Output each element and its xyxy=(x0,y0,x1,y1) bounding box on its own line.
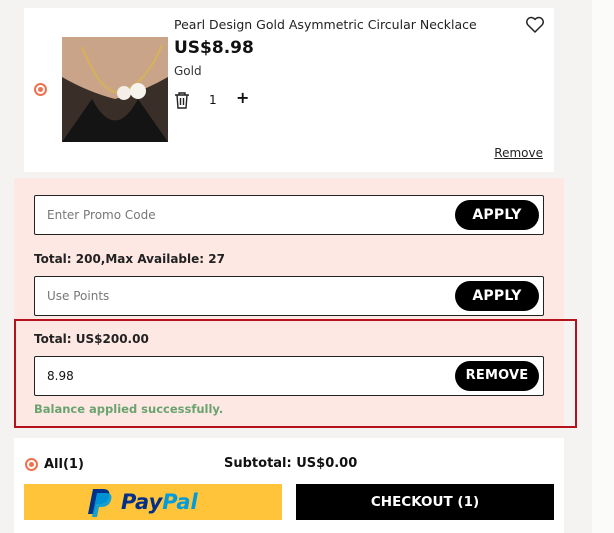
heart-icon[interactable] xyxy=(525,16,545,34)
points-field: APPLY xyxy=(34,276,544,316)
product-price: US$8.98 xyxy=(174,38,254,58)
paypal-pay-text: Pay xyxy=(121,490,164,514)
points-input[interactable] xyxy=(47,277,427,315)
item-select-radio[interactable] xyxy=(34,83,47,96)
page-edge xyxy=(592,0,614,533)
product-image[interactable] xyxy=(62,37,168,142)
remove-item-link[interactable]: Remove xyxy=(494,146,543,160)
points-info: Total: 200,Max Available: 27 xyxy=(34,252,225,266)
success-message: Balance applied successfully. xyxy=(34,402,224,416)
select-all-label[interactable]: All(1) xyxy=(44,457,84,472)
paypal-logo: PayPal xyxy=(88,488,198,517)
paypal-button[interactable]: PayPal xyxy=(24,484,282,520)
quantity-increase-button[interactable]: + xyxy=(236,88,249,107)
paypal-pal-text: Pal xyxy=(162,490,198,514)
balance-field: REMOVE xyxy=(34,356,544,396)
subtotal: Subtotal: US$0.00 xyxy=(224,456,358,471)
quantity-value: 1 xyxy=(209,93,217,107)
trash-icon[interactable] xyxy=(174,91,190,109)
balance-total: Total: US$200.00 xyxy=(34,332,149,346)
discount-panel: APPLY Total: 200,Max Available: 27 APPLY… xyxy=(14,178,577,428)
product-variant: Gold xyxy=(174,64,202,78)
checkout-button[interactable]: CHECKOUT (1) xyxy=(296,484,554,520)
checkout-bar: All(1) Subtotal: US$0.00 PayPal CHECKOUT… xyxy=(14,438,564,533)
cart-item: Pearl Design Gold Asymmetric Circular Ne… xyxy=(24,8,554,172)
promo-code-field: APPLY xyxy=(34,195,544,235)
svg-text:PayPal: PayPal xyxy=(121,490,198,514)
apply-points-button[interactable]: APPLY xyxy=(455,281,539,311)
promo-code-input[interactable] xyxy=(47,196,427,234)
product-title[interactable]: Pearl Design Gold Asymmetric Circular Ne… xyxy=(174,17,477,32)
balance-input[interactable] xyxy=(47,357,427,395)
select-all-radio[interactable] xyxy=(25,458,38,471)
apply-promo-button[interactable]: APPLY xyxy=(455,200,539,230)
remove-balance-button[interactable]: REMOVE xyxy=(455,361,539,391)
